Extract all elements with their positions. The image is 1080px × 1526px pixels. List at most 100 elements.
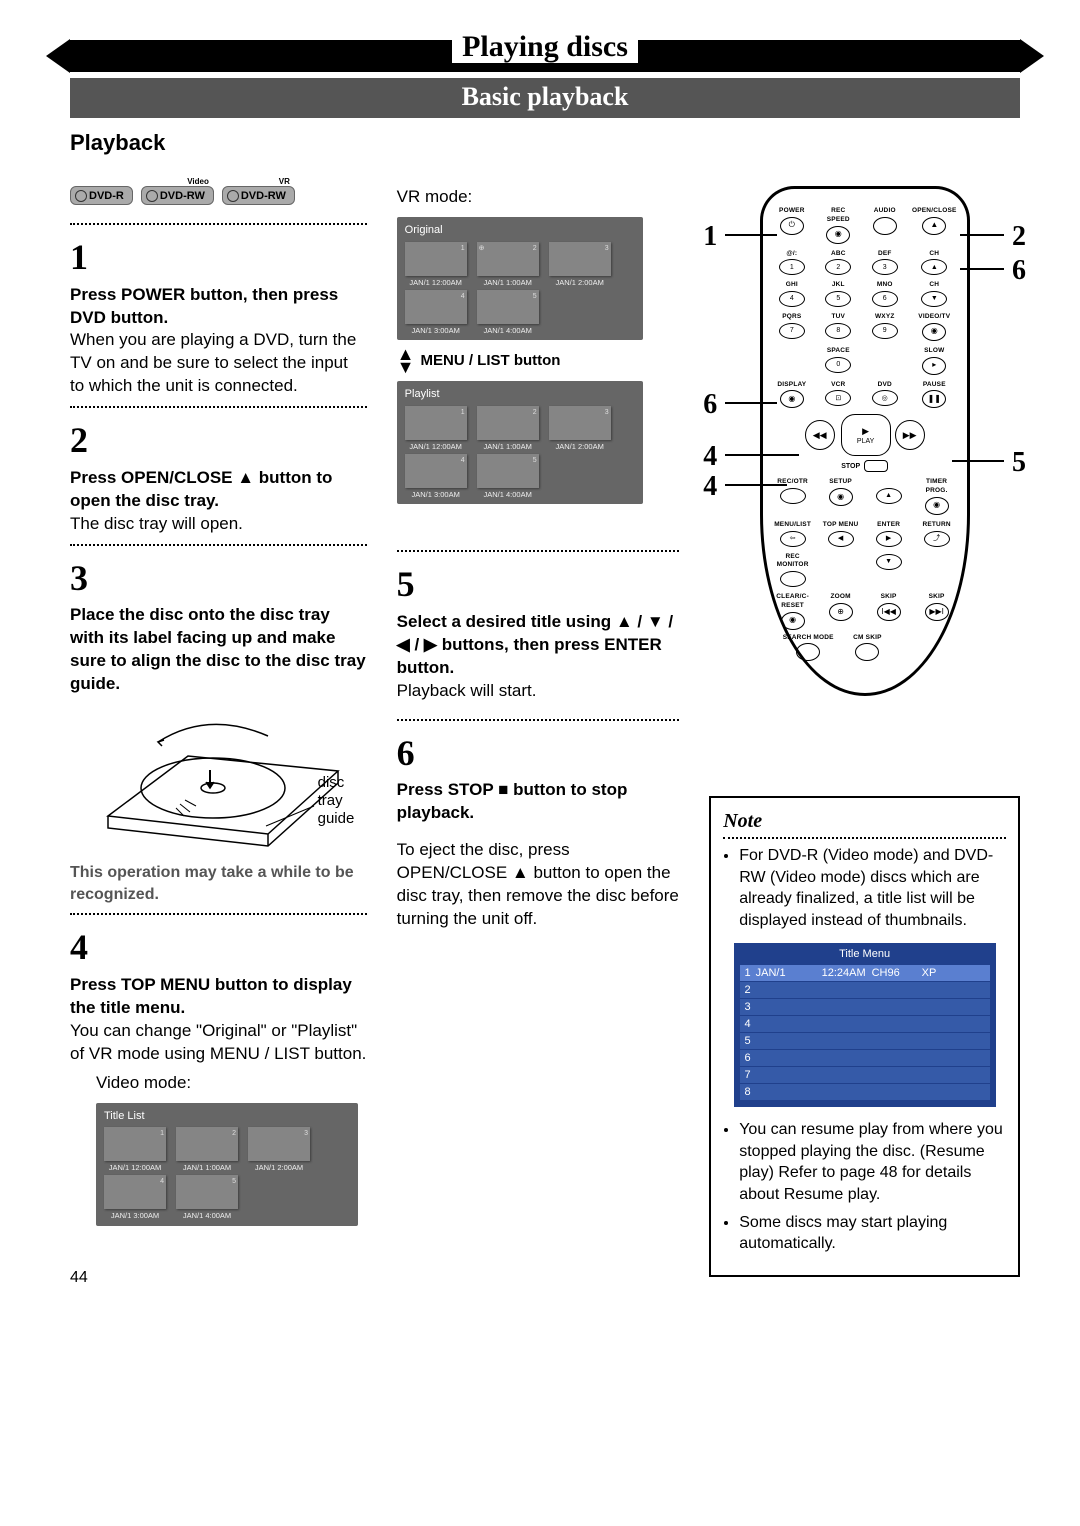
callout-6l: 6: [703, 386, 717, 424]
rec-speed-button-icon: ◉: [826, 226, 850, 244]
thumb-cell: 3JAN/1 2:00AM: [248, 1127, 310, 1173]
thumb-cell: 1JAN/1 12:00AM: [104, 1127, 166, 1173]
play-button-icon: ▶PLAY: [841, 414, 891, 456]
tray-label-disc: disc: [318, 774, 355, 792]
step-1-number: 1: [70, 233, 367, 282]
step-2-body: The disc tray will open.: [70, 513, 367, 536]
search-mode-button-icon: [796, 643, 820, 661]
callout-4b: 4: [703, 468, 717, 506]
note-box: Note For DVD-R (Video mode) and DVD-RW (…: [709, 796, 1020, 1277]
title-menu-head: Title Menu: [740, 947, 990, 962]
keypad-6: 6: [872, 291, 898, 307]
column-left: DVD-R VideoDVD-RW VRDVD-RW 1 Press POWER…: [70, 186, 367, 1277]
keypad-9: 9: [872, 323, 898, 339]
skip-fwd-icon: ▶▶I: [925, 603, 949, 621]
zoom-button-icon: ⊕: [829, 603, 853, 621]
thumb-cell: 2JAN/1 1:00AM: [176, 1127, 238, 1173]
video-tv-button-icon: ◉: [922, 323, 946, 341]
stop-button-icon: [864, 460, 888, 472]
original-grid-title: Original: [405, 223, 635, 238]
rec-monitor-button-icon: [780, 571, 806, 587]
callout-2: 2: [1012, 218, 1026, 256]
ch-down-button-icon: ▼: [921, 291, 947, 307]
clear-button-icon: ◉: [781, 612, 805, 630]
badge-dvd-rw-video: VideoDVD-RW: [141, 186, 214, 205]
timer-prog-button-icon: ◉: [925, 497, 949, 515]
tray-label-guide: guide: [318, 810, 355, 828]
step-1-bold: Press POWER button, then press DVD butto…: [70, 284, 367, 330]
title-menu-table: Title Menu 1 JAN/1 12:24AM CH96 XP 2 3 4…: [734, 943, 996, 1107]
step-2-bold: Press OPEN/CLOSE ▲ button to open the di…: [70, 467, 367, 513]
thumb-cell: 3JAN/1 2:00AM: [549, 406, 611, 452]
dvd-button-icon: ◎: [872, 390, 898, 406]
callout-6r: 6: [1012, 252, 1026, 290]
note-title: Note: [723, 808, 1006, 835]
section-subtitle: Basic playback: [70, 78, 1020, 118]
ffwd-button-icon: ▶▶: [895, 420, 925, 450]
slow-button-icon: ▸: [922, 357, 946, 375]
column-right: 1 6 4 4 2 6 5: [709, 186, 1020, 1277]
thumb-cell: 1JAN/1 12:00AM: [405, 242, 467, 288]
callout-5: 5: [1012, 444, 1026, 482]
vcr-button-icon: ⊡: [825, 390, 851, 406]
menu-list-button-icon: ⇦: [780, 531, 806, 547]
skip-back-icon: I◀◀: [877, 603, 901, 621]
dpad-up-icon: ▲: [876, 488, 902, 504]
step-5-bold: Select a desired title using ▲ / ▼ / ◀ /…: [397, 611, 680, 680]
step-6-body: To eject the disc, press OPEN/CLOSE ▲ bu…: [397, 839, 680, 931]
title-menu-row: 3: [740, 999, 990, 1015]
cm-skip-button-icon: [855, 643, 879, 661]
remote-control-diagram: POWER⏻ REC SPEED◉ AUDIO OPEN/CLOSE▲ @/:1…: [760, 186, 970, 696]
vr-mode-label: VR mode:: [397, 186, 680, 209]
step-6-number: 6: [397, 729, 680, 778]
dpad-down-icon: ▼: [876, 554, 902, 570]
title-menu-row: 4: [740, 1016, 990, 1032]
title-menu-row: 7: [740, 1067, 990, 1083]
callout-1: 1: [703, 218, 717, 256]
chapter-title: Playing discs: [452, 30, 638, 63]
step-2-number: 2: [70, 416, 367, 465]
playlist-grid: Playlist 1JAN/1 12:00AM 2JAN/1 1:00AM 3J…: [397, 381, 643, 504]
thumb-cell: 3JAN/1 2:00AM: [549, 242, 611, 288]
note-item-3: Some discs may start playing automatical…: [739, 1212, 1006, 1255]
title-menu-row: 2: [740, 982, 990, 998]
keypad-3: 3: [872, 259, 898, 275]
thumb-cell: 2JAN/1 1:00AM: [477, 406, 539, 452]
step-4-number: 4: [70, 923, 367, 972]
pause-button-icon: ❚❚: [922, 390, 946, 408]
disc-tray-illustration: disc tray guide: [88, 706, 348, 856]
page-number: 44: [70, 1269, 88, 1287]
step-5-number: 5: [397, 560, 680, 609]
keypad-2: 2: [825, 259, 851, 275]
note-item-2: You can resume play from where you stopp…: [739, 1119, 1006, 1205]
playback-heading: Playback: [70, 130, 1020, 156]
step-3-number: 3: [70, 554, 367, 603]
title-list-grid: Title List 1JAN/1 12:00AM 2JAN/1 1:00AM …: [96, 1103, 358, 1226]
keypad-4: 4: [779, 291, 805, 307]
power-button-icon: ⏻: [780, 217, 804, 235]
title-menu-row: 6: [740, 1050, 990, 1066]
column-middle: VR mode: Original 1JAN/1 12:00AM ⊕2JAN/1…: [397, 186, 680, 1277]
title-list-grid-title: Title List: [104, 1109, 350, 1124]
keypad-0: 0: [825, 357, 851, 373]
recognition-hint: This operation may take a while to be re…: [70, 862, 367, 905]
thumb-cell: 5JAN/1 4:00AM: [176, 1175, 238, 1221]
step-4-body: You can change "Original" or "Playlist" …: [70, 1020, 367, 1066]
enter-right-icon: ▶: [876, 531, 902, 547]
thumb-cell: 5JAN/1 4:00AM: [477, 454, 539, 500]
keypad-8: 8: [825, 323, 851, 339]
ch-up-button-icon: ▲: [921, 259, 947, 275]
top-menu-left-icon: ◀: [828, 531, 854, 547]
open-close-button-icon: ▲: [922, 217, 946, 235]
chapter-header: Playing discs: [70, 30, 1020, 72]
thumb-cell: 4JAN/1 3:00AM: [104, 1175, 166, 1221]
audio-button-icon: [873, 217, 897, 235]
thumb-cell: 4JAN/1 3:00AM: [405, 290, 467, 336]
note-item-1: For DVD-R (Video mode) and DVD-RW (Video…: [739, 845, 1006, 931]
display-button-icon: ◉: [780, 390, 804, 408]
step-1-body: When you are playing a DVD, turn the TV …: [70, 329, 367, 398]
title-menu-row: 5: [740, 1033, 990, 1049]
arrows-up-down-icon: ▲▼: [397, 348, 415, 373]
video-mode-label: Video mode:: [96, 1072, 367, 1095]
title-menu-row-1: 1 JAN/1 12:24AM CH96 XP: [740, 965, 990, 981]
